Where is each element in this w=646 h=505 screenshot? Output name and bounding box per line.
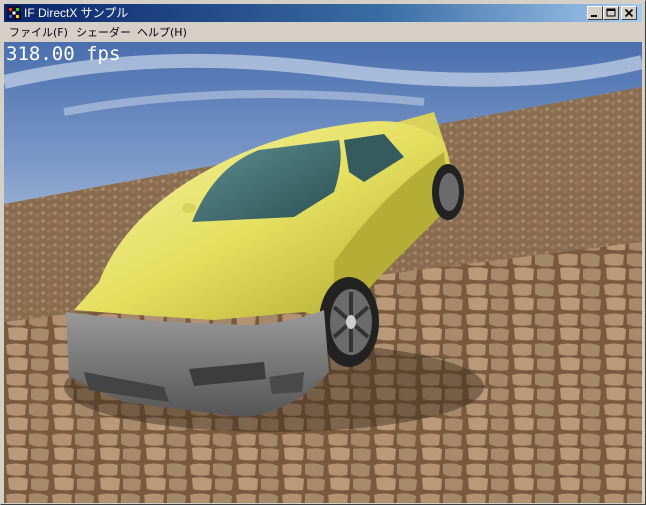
close-icon: [624, 8, 634, 18]
3d-scene: [4, 42, 642, 503]
menu-bar: ファイル(F) シェーダー ヘルプ(H): [4, 23, 642, 42]
close-button[interactable]: [621, 6, 637, 20]
maximize-button[interactable]: [603, 6, 619, 20]
render-viewport[interactable]: 318.00 fps: [4, 42, 642, 503]
maximize-icon: [606, 8, 616, 17]
title-bar[interactable]: IF DirectX サンプル: [4, 4, 642, 22]
menu-file[interactable]: ファイル(F): [9, 25, 68, 40]
minimize-button[interactable]: [587, 6, 603, 20]
menu-shader[interactable]: シェーダー: [76, 25, 131, 40]
minimize-icon: [591, 15, 597, 17]
fps-counter: 318.00 fps: [6, 43, 121, 65]
app-window: IF DirectX サンプル ファイル(F) シェーダー ヘルプ(H) 318…: [0, 0, 646, 505]
directx-app-icon[interactable]: [7, 6, 21, 20]
window-title: IF DirectX サンプル: [24, 6, 129, 20]
menu-help[interactable]: ヘルプ(H): [137, 25, 187, 40]
